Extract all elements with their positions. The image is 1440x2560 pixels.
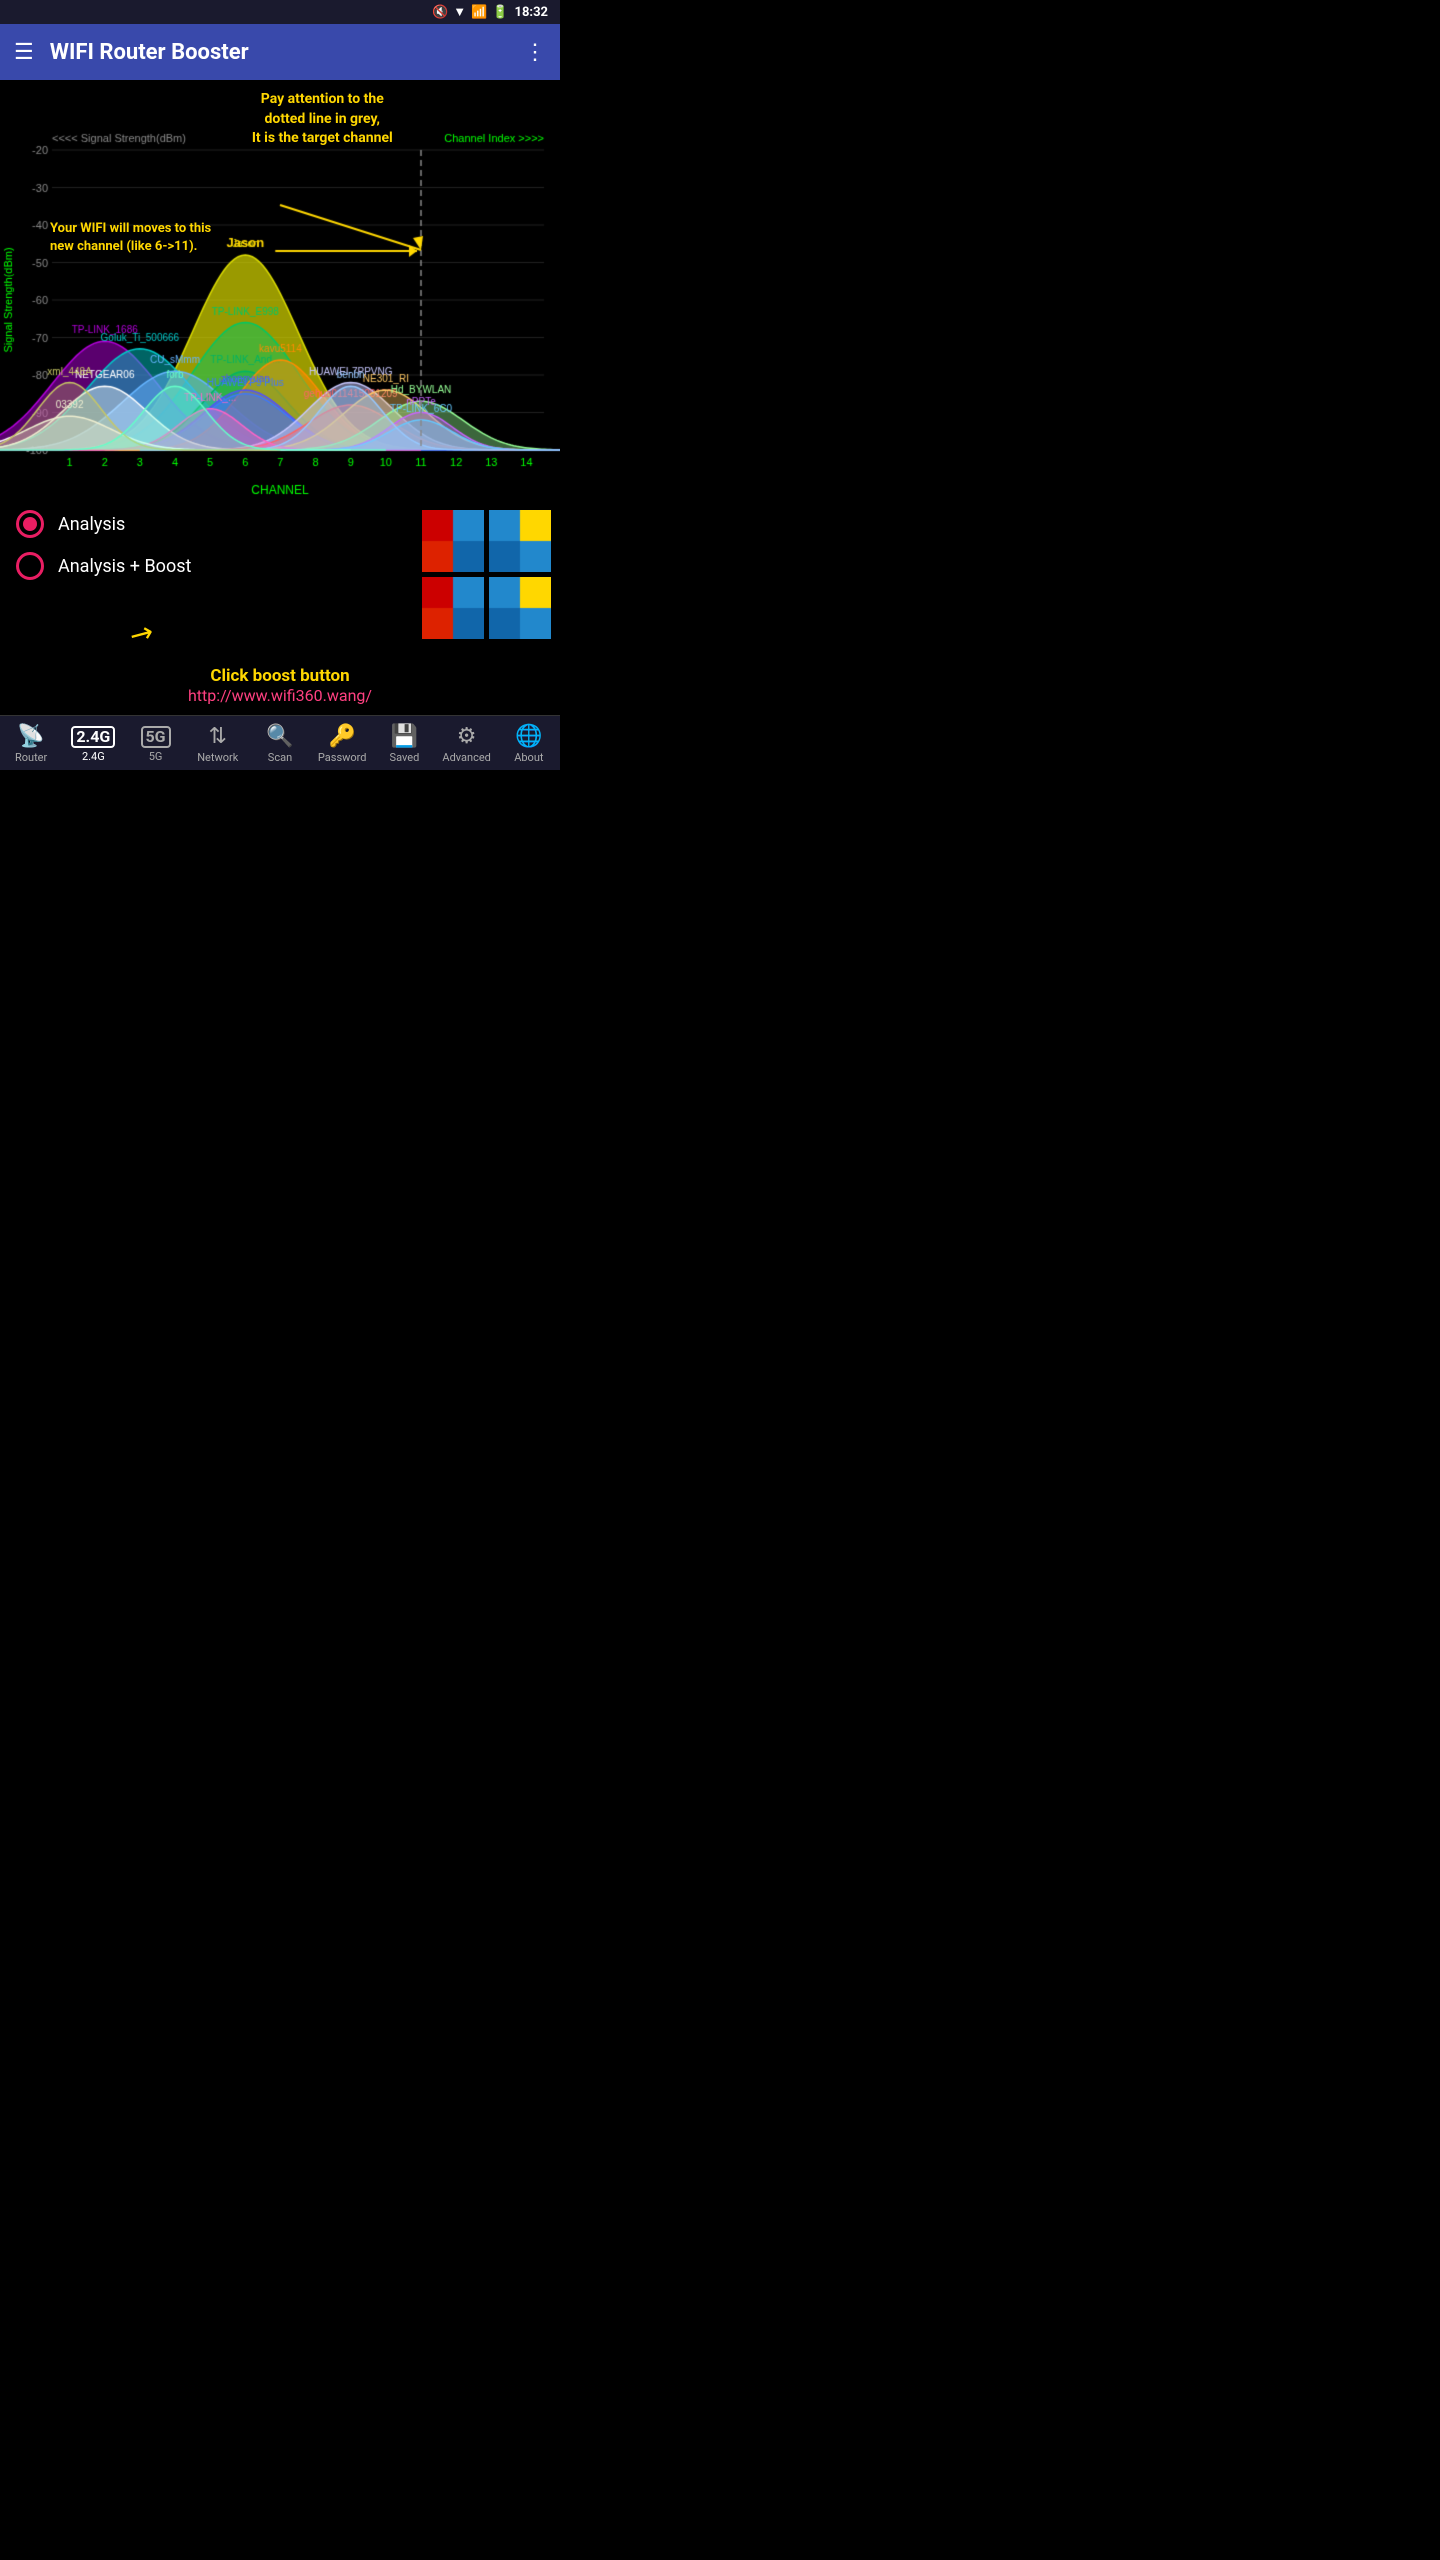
nav-router-label: Router [15, 751, 47, 764]
mute-icon: 🔇 [432, 5, 448, 20]
nav-network-label: Network [197, 751, 238, 764]
router-icon: 📡 [17, 724, 44, 749]
radio-analysis-outer [16, 510, 44, 538]
thumb-3 [422, 577, 486, 641]
radio-analysis-label: Analysis [58, 514, 125, 535]
app-bar: ☰ WIFI Router Booster ⋮ [0, 24, 560, 80]
about-icon: 🌐 [515, 724, 542, 749]
nav-2g[interactable]: 2.4G 2.4G [62, 716, 124, 770]
wifi-chart [0, 80, 560, 500]
scan-icon: 🔍 [266, 724, 293, 749]
nav-scan[interactable]: 🔍 Scan [249, 716, 311, 770]
nav-router[interactable]: 📡 Router [0, 716, 62, 770]
wifi-link[interactable]: http://www.wifi360.wang/ [16, 686, 544, 705]
nav-network[interactable]: ⇅ Network [187, 716, 249, 770]
bottom-nav: 📡 Router 2.4G 2.4G 5G 5G ⇅ Network 🔍 Sca… [0, 715, 560, 770]
nav-5g[interactable]: 5G 5G [124, 716, 186, 770]
2g-icon: 2.4G [71, 726, 115, 748]
radio-analysis-inner [23, 517, 37, 531]
thumbnail-grid [422, 510, 552, 640]
nav-5g-label: 5G [149, 750, 163, 763]
app-title: WIFI Router Booster [50, 40, 524, 65]
5g-icon: 5G [141, 726, 171, 748]
menu-icon[interactable]: ☰ [14, 40, 34, 65]
advanced-icon: ⚙ [457, 724, 477, 749]
chart-wrapper: Pay attention to thedotted line in grey,… [0, 80, 560, 500]
arrow-icon: ↗ [123, 613, 160, 653]
nav-scan-label: Scan [268, 751, 292, 764]
more-options-icon[interactable]: ⋮ [524, 40, 546, 65]
nav-password-label: Password [318, 751, 367, 764]
bottom-annotation: Click boost button http://www.wifi360.wa… [0, 660, 560, 715]
thumb-4 [489, 577, 553, 641]
wifi-icon: ▼ [453, 4, 466, 20]
radio-boost-outer [16, 552, 44, 580]
nav-about[interactable]: 🌐 About [498, 716, 560, 770]
nav-advanced-label: Advanced [442, 751, 490, 764]
status-time: 18:32 [515, 5, 549, 20]
radio-section: Analysis Analysis + Boost ↗ [0, 500, 560, 660]
nav-2g-label: 2.4G [82, 750, 105, 763]
click-boost-text: Click boost button [16, 666, 544, 686]
nav-about-label: About [514, 751, 543, 764]
battery-icon: 🔋 [492, 5, 508, 20]
nav-advanced[interactable]: ⚙ Advanced [436, 716, 498, 770]
saved-icon: 💾 [391, 724, 418, 749]
thumb-2 [489, 510, 553, 574]
nav-password[interactable]: 🔑 Password [311, 716, 373, 770]
network-icon: ⇅ [209, 724, 227, 749]
radio-boost-label: Analysis + Boost [58, 556, 191, 577]
status-icons: 🔇 ▼ 📶 🔋 [432, 4, 508, 20]
status-bar: 🔇 ▼ 📶 🔋 18:32 [0, 0, 560, 24]
password-icon: 🔑 [329, 724, 356, 749]
nav-saved[interactable]: 💾 Saved [373, 716, 435, 770]
signal-icon: 📶 [471, 5, 487, 20]
thumb-1 [422, 510, 486, 574]
nav-saved-label: Saved [390, 751, 420, 764]
